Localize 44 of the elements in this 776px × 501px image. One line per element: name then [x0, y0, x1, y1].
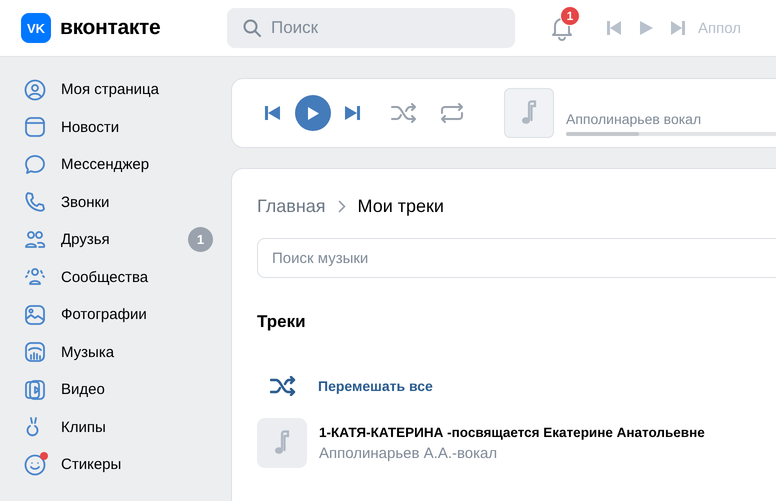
progress-track[interactable] [566, 132, 776, 136]
next-icon[interactable] [344, 105, 361, 121]
search-icon [243, 19, 261, 37]
sidebar-item[interactable]: Мессенджер [0, 146, 218, 184]
chat-bubble-icon [24, 154, 46, 176]
sidebar-item[interactable]: Видео [0, 371, 218, 408]
music-note-icon [520, 100, 538, 126]
shuffle-icon[interactable] [391, 103, 417, 123]
smile-icon [24, 454, 46, 476]
repeat-icon[interactable] [439, 102, 465, 124]
sidebar-item[interactable]: Моя страница [0, 71, 218, 108]
picture-icon [24, 304, 46, 326]
notification-badge: 1 [560, 6, 580, 26]
breadcrumb-link[interactable]: Мои треки [358, 196, 444, 217]
music-icon [24, 341, 46, 364]
search-field[interactable]: Поиск [227, 8, 515, 48]
music-search-field[interactable]: Поиск музыки [257, 238, 776, 278]
people-icon [24, 228, 46, 251]
phone-icon [24, 191, 46, 214]
previous-icon[interactable] [264, 105, 281, 121]
video-icon [24, 378, 46, 401]
breadcrumb-link[interactable]: Главная [257, 196, 326, 217]
sidebar-item[interactable]: Друзья 1 [0, 221, 218, 258]
sidebar-item[interactable]: Музыка [0, 334, 218, 371]
music-note-icon [273, 430, 291, 456]
play-icon [306, 106, 320, 120]
profile-icon [24, 78, 46, 101]
shuffle-all-button[interactable]: Перемешать все [257, 376, 433, 396]
logo-mark[interactable]: VK [21, 13, 51, 43]
sidebar-item[interactable]: Звонки [0, 184, 218, 221]
track-cover[interactable] [257, 418, 307, 468]
shuffle-icon [270, 376, 296, 396]
play-button[interactable] [295, 95, 331, 131]
sidebar-item[interactable]: Клипы [0, 408, 218, 446]
newspaper-icon [24, 116, 46, 138]
logo-text[interactable]: вконтакте [60, 16, 160, 40]
sidebar-item[interactable]: Стикеры [0, 446, 218, 484]
count-badge: 1 [188, 227, 213, 252]
section-title: Треки [257, 312, 306, 332]
sidebar-item[interactable]: Новости [0, 108, 218, 146]
track-title[interactable]: 1-КАТЯ-КАТЕРИНА -посвящается Екатерине Анатольевне [319, 424, 705, 440]
sidebar-item[interactable]: Фотографии [0, 296, 218, 334]
sidebar-item[interactable]: Сообщества [0, 258, 218, 296]
chevron-icon [338, 200, 346, 213]
